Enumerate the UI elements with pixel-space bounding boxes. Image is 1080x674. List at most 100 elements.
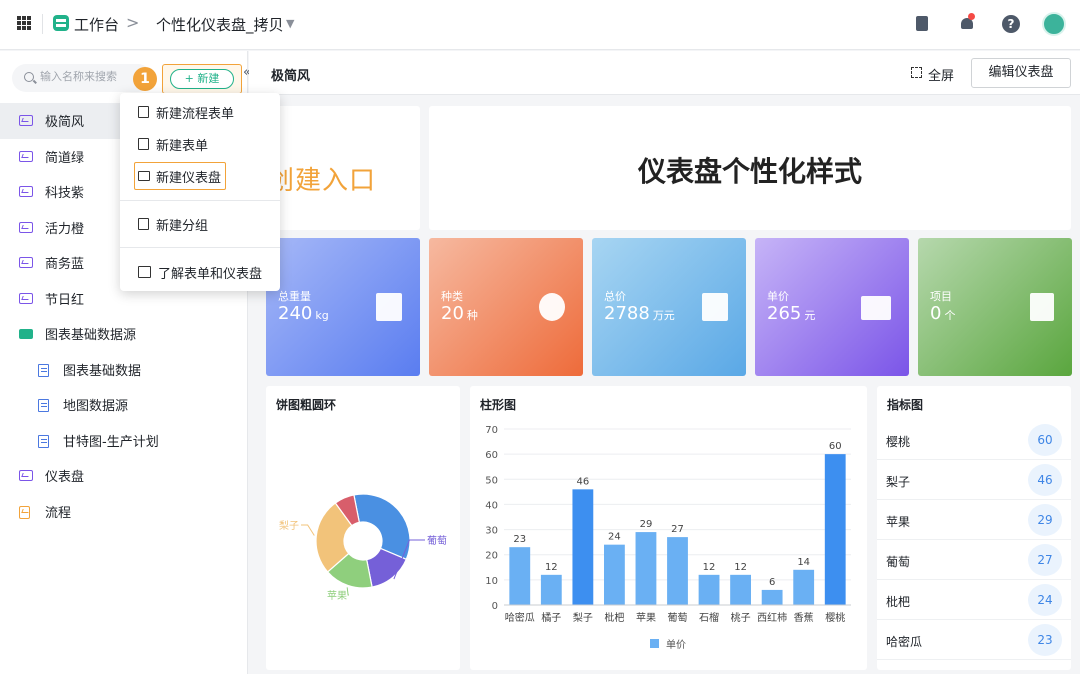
new-button[interactable]: + 新建 [170, 69, 234, 89]
sidebar-item-label: 流程 [45, 505, 72, 521]
bar-chart-icon [861, 296, 891, 320]
sidebar-item-label: 简道绿 [45, 150, 85, 166]
sidebar-item-chart-data[interactable]: 图表基础数据 [0, 352, 248, 388]
kpi-value: 20 种 [441, 303, 478, 324]
workspace-link[interactable]: 工作台 [74, 14, 119, 35]
sidebar-item-label: 科技紫 [45, 186, 85, 202]
search-box[interactable] [12, 64, 152, 92]
search-icon [24, 72, 34, 82]
data-label: 12 [545, 562, 558, 573]
sidebar-item-dashboard[interactable]: 仪表盘 [0, 458, 248, 494]
menu-item-new-group[interactable]: 新建分组 [120, 209, 280, 239]
page-title[interactable]: 个性化仪表盘_拷贝 [156, 14, 284, 35]
dashboard-icon [19, 257, 33, 268]
leader-line [346, 587, 349, 596]
bar-chart: 0 10 20 30 40 50 60 70 23 哈密瓜 12 橘子 46 梨子 24 枇杷 29 苹果 27 葡萄… [485, 425, 851, 651]
kpi-label: 总重量 [278, 290, 311, 303]
sidebar-item-gantt[interactable]: 甘特图-生产计划 [0, 423, 248, 459]
dashboard-title: 极简风 [271, 69, 311, 84]
metric-row: 哈密瓜 23 [877, 620, 1071, 660]
data-label: 46 [576, 476, 589, 487]
kpi-label: 总价 [604, 290, 626, 303]
breadcrumb-separator: > [126, 13, 140, 32]
sidebar-item-label: 极简风 [45, 115, 85, 131]
pie-label: 梨子 [279, 519, 299, 532]
divider [120, 247, 280, 248]
data-label: 60 [829, 441, 842, 452]
add-group-icon [138, 218, 149, 230]
menu-item-learn-more[interactable]: 了解表单和仪表盘 [120, 257, 280, 287]
notebook-icon[interactable] [913, 14, 933, 34]
data-label: 29 [640, 519, 653, 530]
chevron-down-icon[interactable]: ▼ [286, 17, 294, 30]
kpi-card-unit-price: 单价 265 元 [755, 238, 909, 376]
kpi-value: 0个 [930, 303, 956, 324]
yen-calendar-icon [702, 293, 728, 321]
menu-item-new-form[interactable]: 新建表单 [120, 129, 280, 159]
flow-form-icon [19, 505, 30, 519]
x-tick-label: 樱桃 [825, 611, 845, 624]
data-label: 6 [769, 577, 775, 588]
menu-item-new-flow-form[interactable]: 新建流程表单 [120, 97, 280, 127]
sidebar-item-map-datasource[interactable]: 地图数据源 [0, 387, 248, 423]
edit-dashboard-button[interactable]: 编辑仪表盘 [971, 58, 1071, 88]
fullscreen-icon[interactable] [911, 67, 922, 78]
puzzle-icon [539, 293, 565, 321]
legend-marker [650, 639, 659, 648]
metric-panel: 指标图 樱桃 60 梨子 46 苹果 29 葡萄 27 枇杷 24 哈密瓜 23 [877, 386, 1071, 670]
help-icon[interactable]: ? [1002, 15, 1020, 33]
x-tick-label: 哈密瓜 [505, 611, 535, 624]
dashboard-icon [19, 221, 33, 233]
metric-row: 枇杷 24 [877, 580, 1071, 620]
form-icon [138, 138, 149, 150]
search-input[interactable] [40, 70, 148, 83]
data-label: 27 [671, 524, 684, 535]
hero-title: 仪表盘个性化样式 [637, 155, 862, 188]
avatar[interactable] [1042, 12, 1066, 36]
y-tick-label: 30 [485, 526, 498, 537]
new-dashboard-highlight [134, 162, 226, 190]
sidebar-item-flow[interactable]: 流程 [0, 494, 248, 530]
sidebar-item-label: 活力橙 [45, 221, 85, 237]
sidebar-item-chart-datasource[interactable]: 图表基础数据源 [0, 316, 248, 352]
y-tick-label: 70 [485, 425, 498, 436]
new-dropdown-menu: 新建流程表单 新建表单 新建仪表盘 新建分组 了解表单和仪表盘 [120, 93, 280, 291]
bar [824, 454, 846, 605]
y-tick-label: 10 [485, 576, 498, 587]
book-icon [138, 266, 151, 278]
kpi-label: 单价 [767, 290, 789, 303]
kpi-card-total-price: 总价 2788 万元 [592, 238, 746, 376]
x-tick-label: 桃子 [731, 611, 751, 624]
kpi-value: 240 kg [278, 303, 329, 324]
sidebar-item-label: 甘特图-生产计划 [63, 434, 159, 450]
pie-panel: 饼图粗圆环 梨子 葡萄 苹果 [266, 386, 460, 670]
y-tick-label: 0 [492, 601, 498, 612]
metric-row: 葡萄 27 [877, 540, 1071, 580]
bar [540, 574, 562, 605]
bar [572, 489, 594, 605]
flow-form-icon [138, 106, 149, 118]
dashboard-header: 极简风 全屏 编辑仪表盘 [249, 51, 1080, 95]
donut-chart: 梨子葡萄苹果 [279, 493, 447, 602]
data-label: 12 [734, 562, 747, 573]
pie-label: 苹果 [327, 589, 347, 602]
dashboard-icon [19, 115, 33, 126]
bar [698, 574, 720, 605]
x-tick-label: 橘子 [541, 612, 561, 624]
fullscreen-button[interactable]: 全屏 [928, 65, 954, 84]
kpi-card-kinds: 种类 20 种 [429, 238, 583, 376]
kpi-label: 种类 [441, 290, 463, 303]
data-label: 14 [797, 557, 810, 568]
legend-label: 单价 [666, 639, 686, 651]
kpi-card-weight: 总重量 240 kg [266, 238, 420, 376]
app-grid-icon[interactable] [17, 16, 31, 30]
notification-dot [968, 13, 975, 20]
dashboard-icon [19, 292, 33, 304]
metric-row: 樱桃 60 [877, 420, 1071, 460]
x-tick-label: 枇杷 [604, 611, 624, 624]
sidebar-item-label: 节日红 [45, 292, 85, 308]
x-tick-label: 葡萄 [668, 611, 688, 624]
dashboard-icon [19, 470, 33, 481]
kpi-value: 265 元 [767, 303, 816, 324]
hero-card: 仪表盘个性化样式 [429, 106, 1071, 230]
